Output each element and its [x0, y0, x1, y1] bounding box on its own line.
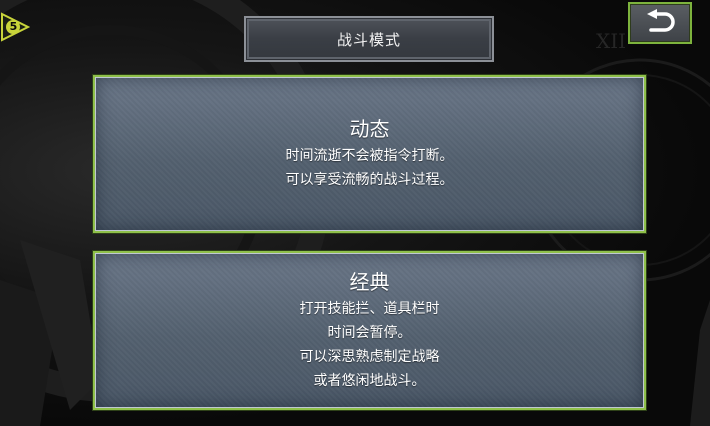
page-title-plate: 战斗模式: [244, 16, 494, 62]
back-button[interactable]: [628, 2, 692, 44]
badge-number: 5: [9, 20, 18, 33]
mode-description-line: 时间会暂停。: [327, 324, 412, 341]
mode-description-line: 或者悠闲地战斗。: [313, 372, 426, 389]
undo-arrow-icon: [647, 9, 675, 32]
page-title: 战斗模式: [336, 30, 401, 49]
mode-description-line: 可以深思熟虑制定战略: [299, 348, 440, 365]
mode-title: 经典: [349, 269, 390, 294]
battle-mode-screen: XII 5 战斗模式 动态 时间流逝不会被指令打断。 可以享受流畅的战斗过程。 …: [0, 0, 710, 426]
mode-description-line: 可以享受流畅的战斗过程。: [285, 172, 454, 188]
mode-description-line: 打开技能拦、道具栏时: [299, 300, 440, 317]
mode-title: 动态: [349, 117, 390, 141]
mode-description-line: 时间流逝不会被指令打断。: [285, 148, 454, 164]
svg-text:XII: XII: [596, 29, 626, 53]
level-badge: 5: [0, 12, 31, 42]
mode-card-dynamic[interactable]: 动态 时间流逝不会被指令打断。 可以享受流畅的战斗过程。: [93, 75, 646, 233]
mode-card-classic[interactable]: 经典 打开技能拦、道具栏时 时间会暂停。 可以深思熟虑制定战略 或者悠闲地战斗。: [93, 251, 646, 410]
